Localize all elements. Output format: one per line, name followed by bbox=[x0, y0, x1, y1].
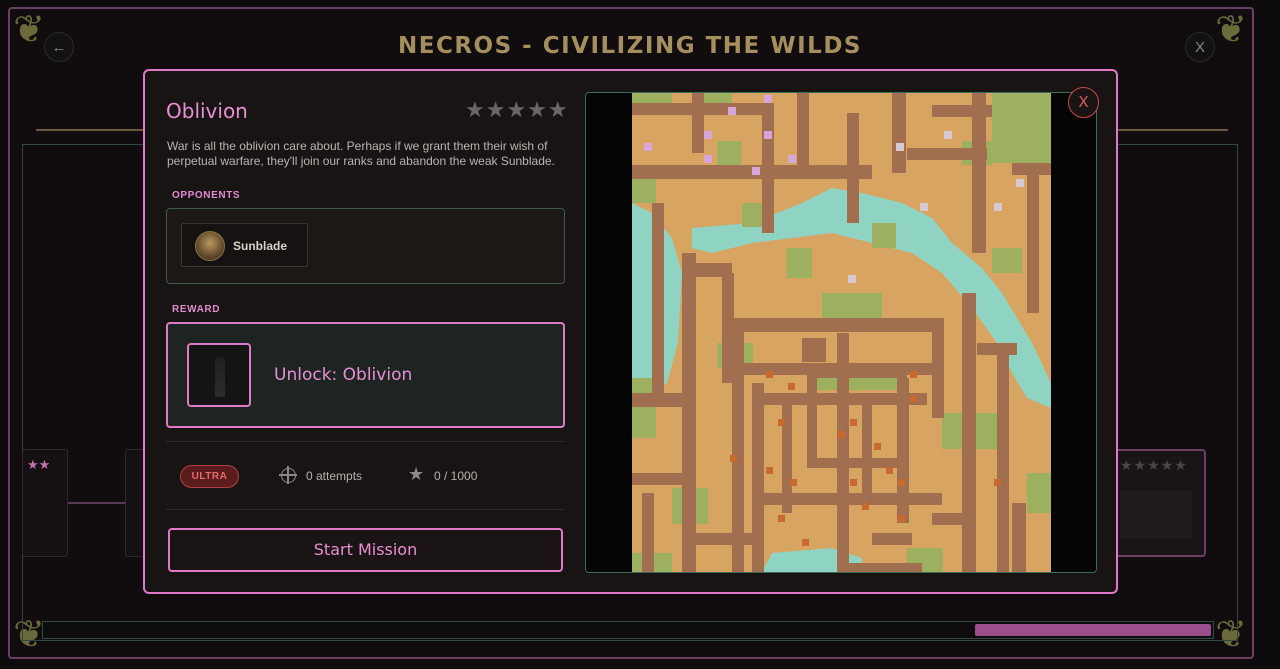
back-arrow-icon[interactable]: ← bbox=[44, 32, 74, 62]
separator bbox=[166, 509, 565, 510]
reward-title: Unlock: Oblivion bbox=[274, 365, 413, 385]
mission-description: War is all the oblivion care about. Perh… bbox=[167, 139, 555, 168]
score-value: 0 / 1000 bbox=[434, 469, 478, 483]
difficulty-stars: ★★★★★ bbox=[465, 97, 569, 122]
mission-title: Oblivion bbox=[166, 99, 248, 123]
map-preview bbox=[585, 92, 1097, 573]
attempts-count: 0 attempts bbox=[306, 469, 363, 483]
divider-left bbox=[36, 129, 146, 131]
mission-card-left-stars: ★★ bbox=[27, 457, 51, 472]
difficulty-badge: ULTRA bbox=[180, 465, 239, 488]
reward-unit-figure bbox=[215, 357, 225, 397]
reward-panel: Unlock: Oblivion bbox=[166, 322, 565, 428]
modal-close-button[interactable]: X bbox=[1068, 87, 1099, 118]
map-canvas bbox=[632, 93, 1051, 572]
reward-label: REWARD bbox=[172, 304, 221, 315]
scrollbar-thumb[interactable] bbox=[975, 624, 1211, 636]
separator bbox=[166, 441, 565, 442]
reward-portrait bbox=[187, 343, 251, 407]
mission-card-right-thumb bbox=[1120, 491, 1192, 539]
opponent-card[interactable]: Sunblade bbox=[181, 223, 308, 267]
horizontal-scrollbar[interactable] bbox=[42, 621, 1214, 639]
mission-card-right-stars: ★★★★★ bbox=[1120, 457, 1188, 473]
game-screen: ❦ ❦ ❦ ❦ NECROS - CIVILIZING THE WILDS ← … bbox=[0, 0, 1280, 669]
star-icon: ★ bbox=[408, 464, 425, 485]
close-page-button[interactable]: X bbox=[1185, 32, 1215, 62]
crosshair-icon bbox=[279, 466, 297, 484]
mission-modal: Oblivion ★★★★★ War is all the oblivion c… bbox=[143, 69, 1118, 594]
mission-connector bbox=[68, 502, 128, 504]
opponents-label: OPPONENTS bbox=[172, 190, 241, 201]
divider-right bbox=[1118, 129, 1228, 131]
opponents-panel: Sunblade bbox=[166, 208, 565, 284]
page-title: NECROS - CIVILIZING THE WILDS bbox=[397, 33, 862, 59]
opponent-name: Sunblade bbox=[233, 239, 288, 253]
start-mission-button[interactable]: Start Mission bbox=[168, 528, 563, 572]
opponent-avatar bbox=[195, 231, 225, 261]
